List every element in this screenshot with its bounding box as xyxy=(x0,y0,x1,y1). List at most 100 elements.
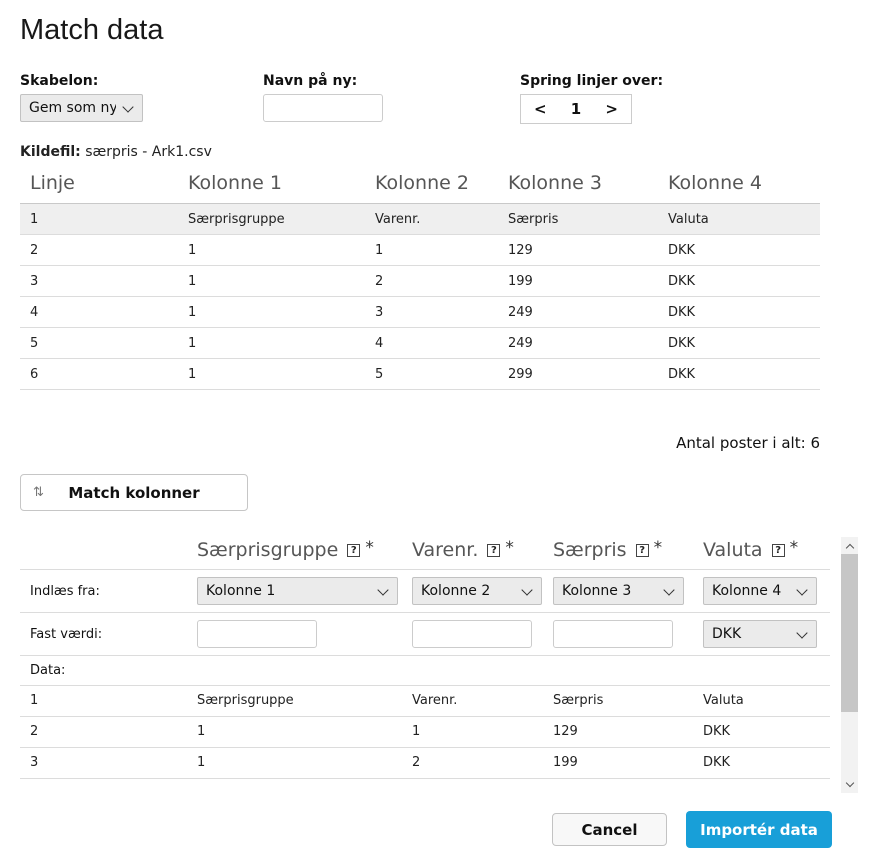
fixed-value-cell xyxy=(553,620,703,648)
required-marker: * xyxy=(365,538,374,558)
select-wrap: DKK xyxy=(703,620,817,648)
column-header: Kolonne 1 xyxy=(178,170,365,204)
column-header: Kolonne 4 xyxy=(658,170,820,204)
load-from-select-saerpris[interactable]: Kolonne 3 xyxy=(553,577,684,605)
cell: 3 xyxy=(20,266,178,297)
stepper-increment-button[interactable]: > xyxy=(605,100,618,118)
match-columns-button[interactable]: ⇅ Match kolonner xyxy=(20,474,248,511)
cell: 5 xyxy=(20,328,178,359)
footer-actions: Cancel Importér data xyxy=(20,811,858,848)
template-select-wrap: Gem som ny xyxy=(20,94,143,122)
field-name: Valuta xyxy=(703,539,763,561)
column-header: Kolonne 2 xyxy=(365,170,498,204)
fixed-value-label: Fast værdi: xyxy=(20,627,197,642)
cell: 299 xyxy=(498,359,658,390)
cell: DKK xyxy=(703,748,830,778)
cell: 1 xyxy=(20,686,197,716)
mapping-field-header: Valuta?* xyxy=(703,539,830,561)
cell: DKK xyxy=(658,297,820,328)
required-marker: * xyxy=(505,538,514,558)
cell: Særpris xyxy=(553,686,703,716)
cell: 249 xyxy=(498,328,658,359)
chevron-down-icon xyxy=(845,778,853,786)
cell: 4 xyxy=(365,328,498,359)
mapping-data-row: 1 Særprisgruppe Varenr. Særpris Valuta xyxy=(20,685,830,716)
fixed-value-input-saerpris[interactable] xyxy=(553,620,673,648)
cell: 5 xyxy=(365,359,498,390)
cell: 2 xyxy=(365,266,498,297)
skip-lines-field: Spring linjer over: < 1 > xyxy=(520,73,663,124)
fixed-value-input-saerprisgruppe[interactable] xyxy=(197,620,317,648)
template-select[interactable]: Gem som ny xyxy=(20,94,143,122)
load-from-cell: Kolonne 2 xyxy=(412,577,553,605)
load-from-select-varenr[interactable]: Kolonne 2 xyxy=(412,577,542,605)
cell: 1 xyxy=(197,748,412,778)
new-name-input[interactable] xyxy=(263,94,383,122)
load-from-row: Indlæs fra: Kolonne 1 Kolonne 2 xyxy=(20,569,830,612)
help-icon[interactable]: ? xyxy=(347,544,360,557)
field-name: Varenr. xyxy=(412,539,478,561)
mapping-data-row: 3 1 2 199 DKK xyxy=(20,747,830,779)
scroll-down-button[interactable] xyxy=(841,776,858,793)
mapping-field-header: Varenr.? * xyxy=(412,539,553,561)
mapping-section: Særprisgruppe? * Varenr.? * Særpris? * Valu… xyxy=(20,539,858,779)
cell: 3 xyxy=(365,297,498,328)
source-file-label: Kildefil: xyxy=(20,144,81,160)
table-row: 5 1 4 249 DKK xyxy=(20,328,820,359)
cell: 1 xyxy=(20,204,178,235)
mapping-header-row: Særprisgruppe? * Varenr.? * Særpris? * Valu… xyxy=(20,539,830,569)
required-marker: * xyxy=(654,538,663,558)
preview-header-row: Linje Kolonne 1 Kolonne 2 Kolonne 3 Kolo… xyxy=(20,170,820,204)
table-row: 4 1 3 249 DKK xyxy=(20,297,820,328)
match-columns-button-label: Match kolonner xyxy=(53,484,235,502)
fixed-value-input-varenr[interactable] xyxy=(412,620,532,648)
select-wrap: Kolonne 2 xyxy=(412,577,542,605)
page-title: Match data xyxy=(20,14,858,47)
cell: DKK xyxy=(658,359,820,390)
help-icon[interactable]: ? xyxy=(772,544,785,557)
fixed-value-select-valuta[interactable]: DKK xyxy=(703,620,817,648)
template-label: Skabelon: xyxy=(20,73,263,89)
field-name: Særprisgruppe xyxy=(197,539,338,561)
vertical-scrollbar[interactable] xyxy=(841,537,858,793)
scrollbar-thumb[interactable] xyxy=(841,554,858,712)
table-row: 3 1 2 199 DKK xyxy=(20,266,820,297)
source-file-line: Kildefil: særpris - Ark1.csv xyxy=(20,144,858,160)
cancel-button[interactable]: Cancel xyxy=(552,813,667,846)
cell: DKK xyxy=(658,266,820,297)
load-from-select-saerprisgruppe[interactable]: Kolonne 1 xyxy=(197,577,398,605)
new-name-field: Navn på ny: xyxy=(263,73,520,124)
cell: 1 xyxy=(178,328,365,359)
mapping-data-row: 2 1 1 129 DKK xyxy=(20,716,830,747)
skip-lines-label: Spring linjer over: xyxy=(520,73,663,89)
table-row: 2 1 1 129 DKK xyxy=(20,235,820,266)
scroll-up-button[interactable] xyxy=(841,537,858,554)
cell: 1 xyxy=(178,297,365,328)
cell: Varenr. xyxy=(365,204,498,235)
mapping-field-header: Særpris? * xyxy=(553,539,703,561)
cell: 199 xyxy=(553,748,703,778)
data-label-row: Data: xyxy=(20,655,830,685)
fixed-value-cell xyxy=(197,620,412,648)
chevron-up-icon xyxy=(845,543,853,551)
cell: 2 xyxy=(412,748,553,778)
field-name: Særpris xyxy=(553,539,627,561)
help-icon[interactable]: ? xyxy=(636,544,649,557)
new-name-label: Navn på ny: xyxy=(263,73,520,89)
help-icon[interactable]: ? xyxy=(487,544,500,557)
cell: DKK xyxy=(658,328,820,359)
column-header: Linje xyxy=(20,170,178,204)
load-from-select-valuta[interactable]: Kolonne 4 xyxy=(703,577,817,605)
total-records-value: 6 xyxy=(810,434,820,452)
source-file-value: særpris - Ark1.csv xyxy=(85,144,212,160)
match-data-dialog: Match data Skabelon: Gem som ny Navn på … xyxy=(0,0,878,848)
mapping-field-header: Særprisgruppe? * xyxy=(197,539,412,561)
cell: 1 xyxy=(178,235,365,266)
import-data-button[interactable]: Importér data xyxy=(686,811,832,848)
fixed-value-cell xyxy=(412,620,553,648)
select-wrap: Kolonne 3 xyxy=(553,577,684,605)
stepper-decrement-button[interactable]: < xyxy=(534,100,547,118)
cell: Valuta xyxy=(703,686,830,716)
cell: 1 xyxy=(197,717,412,747)
cell: 249 xyxy=(498,297,658,328)
